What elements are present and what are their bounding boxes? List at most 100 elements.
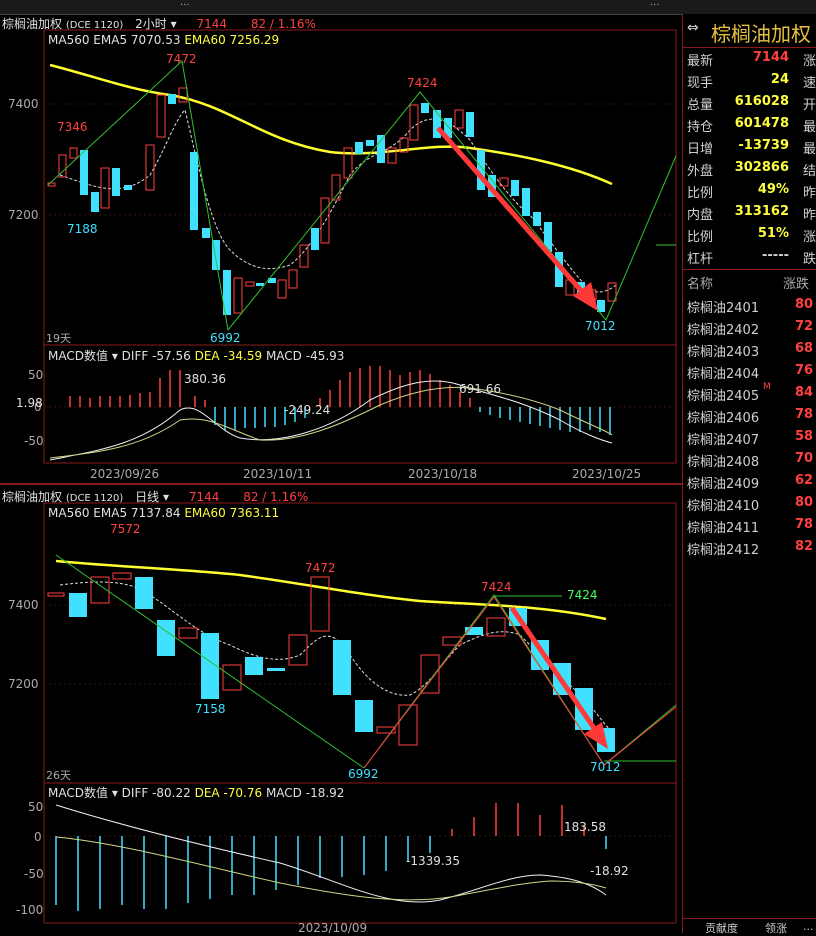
contract-name: 棕榈油2403: [687, 345, 760, 360]
tab-more[interactable]: ...: [803, 920, 814, 933]
candle: [366, 140, 374, 146]
chart2-macd-name[interactable]: MACD数值: [48, 786, 108, 800]
contract-change: 80: [795, 297, 814, 312]
candle: [245, 657, 263, 675]
tab-contribution[interactable]: 贡献度: [705, 920, 738, 936]
contract-list-item[interactable]: 棕榈油2412 82: [687, 539, 816, 561]
quote-value: 7144: [752, 50, 789, 65]
chart1-macd-dea: DEA -34.59: [194, 349, 263, 363]
contract-list-item[interactable]: 棕榈油2411 78: [687, 517, 816, 539]
candle: [69, 593, 87, 617]
candle: [511, 180, 519, 196]
contract-name: 棕榈油2404: [687, 367, 760, 382]
chart2-label-7424-line: 7424: [567, 588, 598, 602]
candle: [486, 617, 506, 637]
candle: [466, 112, 474, 137]
quote-extra-label: 开: [803, 98, 816, 113]
chart2-macd-tick: 0: [34, 830, 42, 844]
quote-extra-label: 涨: [803, 54, 816, 69]
chart1-days: 19天: [46, 332, 71, 345]
contract-name: 棕榈油2412: [687, 543, 760, 558]
quote-row: 杠杆 ----- 跌: [687, 248, 816, 270]
chart2-macd-frame: [43, 782, 677, 924]
chart2-days: 26天: [46, 769, 71, 782]
chart1-label-7188: 7188: [67, 222, 98, 236]
chart2-candles: [47, 572, 615, 752]
chart2-ytick-7400: 7400: [8, 598, 39, 612]
chart1-macd-tick: -50: [24, 434, 44, 448]
contract-change: 70: [795, 451, 814, 466]
contract-name: 棕榈油2401: [687, 301, 760, 316]
chart1-macd-diff: DIFF -57.56: [121, 349, 191, 363]
contract-list-item[interactable]: 棕榈油2404 76: [687, 363, 816, 385]
candle: [355, 700, 373, 732]
list-header-name[interactable]: 名称: [687, 273, 713, 292]
quote-row: 比例 49% 昨: [687, 182, 816, 204]
candle: [355, 142, 363, 154]
chart1-macd-legend: MACD数值 ▾ DIFF -57.56 DEA -34.59 MACD -45…: [48, 349, 345, 363]
candle: [377, 135, 385, 163]
chart2-macd-legend: MACD数值 ▾ DIFF -80.22 DEA -70.76 MACD -18…: [48, 786, 345, 800]
contract-change: 78: [795, 517, 814, 532]
candle: [178, 627, 198, 639]
quote-label: 比例: [687, 186, 714, 201]
contract-list-item[interactable]: 棕榈油2405 84 M: [687, 382, 816, 407]
candle: [80, 150, 88, 195]
contract-name: 棕榈油2407: [687, 433, 760, 448]
chart1-date: 2023/10/25: [572, 467, 642, 481]
chart2-label-7012: 7012: [590, 760, 621, 774]
contract-name: 棕榈油2410: [687, 499, 760, 514]
chart1-date: 2023/09/26: [90, 467, 160, 481]
chart2-main-frame: [43, 502, 677, 784]
chart2-dea-line: [55, 836, 607, 901]
quote-row: 日增 -13739 最: [687, 138, 816, 160]
chart2-macd-tick: 50: [28, 800, 44, 814]
candle: [112, 168, 120, 196]
chart1-macd-label: -249.24: [284, 403, 331, 417]
chart2-canvas[interactable]: [0, 485, 682, 933]
chart1-ytick-7200: 7200: [8, 208, 39, 222]
candle: [522, 188, 530, 216]
candle: [409, 104, 419, 141]
contract-list-item[interactable]: 棕榈油2409 62: [687, 473, 816, 495]
chart2-macd-bars: [55, 803, 607, 911]
chart1-macd-label: 1.98: [16, 396, 43, 410]
chart1-ema5-line: [59, 109, 617, 293]
chart2-macd-dea: DEA -70.76: [194, 786, 263, 800]
quote-extra-label: 最: [803, 142, 816, 157]
chart1-label-7346: 7346: [57, 120, 88, 134]
chart1-canvas[interactable]: [0, 0, 682, 485]
contract-list-item[interactable]: 棕榈油2402 72: [687, 319, 816, 341]
quote-value: 616028: [734, 94, 789, 109]
candle: [398, 704, 418, 746]
list-header-change[interactable]: 涨跌: [783, 273, 809, 292]
side-title: 棕榈油加权: [711, 22, 811, 46]
chart1-macd-name[interactable]: MACD数值: [48, 349, 108, 363]
chart2-macd-label: 183.58: [564, 820, 606, 834]
chart1-macd-bars: [69, 366, 611, 435]
chart2-macd-value: MACD -18.92: [265, 786, 345, 800]
contract-list-item[interactable]: 棕榈油2410 80: [687, 495, 816, 517]
chart1-macd-tick: 50: [28, 368, 44, 382]
candle: [112, 572, 132, 580]
quote-row: 现手 24 速: [687, 72, 816, 94]
contract-list-item[interactable]: 棕榈油2408 70: [687, 451, 816, 473]
chart2-label-7158: 7158: [195, 702, 226, 716]
contract-change: 82: [795, 539, 814, 554]
contract-list-item[interactable]: 棕榈油2401 80: [687, 297, 816, 319]
candle: [202, 228, 210, 238]
contract-list-item[interactable]: 棕榈油2403 68: [687, 341, 816, 363]
quote-row: 最新 7144 涨: [687, 50, 816, 72]
tab-top-gainers[interactable]: 领涨: [765, 920, 787, 936]
chart2-macd-diff: DIFF -80.22: [121, 786, 191, 800]
contract-name: 棕榈油2402: [687, 323, 760, 338]
contract-list-item[interactable]: 棕榈油2407 58: [687, 429, 816, 451]
side-collapse-icon[interactable]: ⇔: [687, 20, 699, 36]
candle: [124, 185, 132, 190]
quote-extra-label: 速: [803, 76, 816, 91]
quote-extra-label: 昨: [803, 186, 816, 201]
candle: [222, 664, 242, 691]
contract-list-item[interactable]: 棕榈油2406 78: [687, 407, 816, 429]
candle: [135, 577, 153, 609]
candle: [533, 212, 541, 226]
